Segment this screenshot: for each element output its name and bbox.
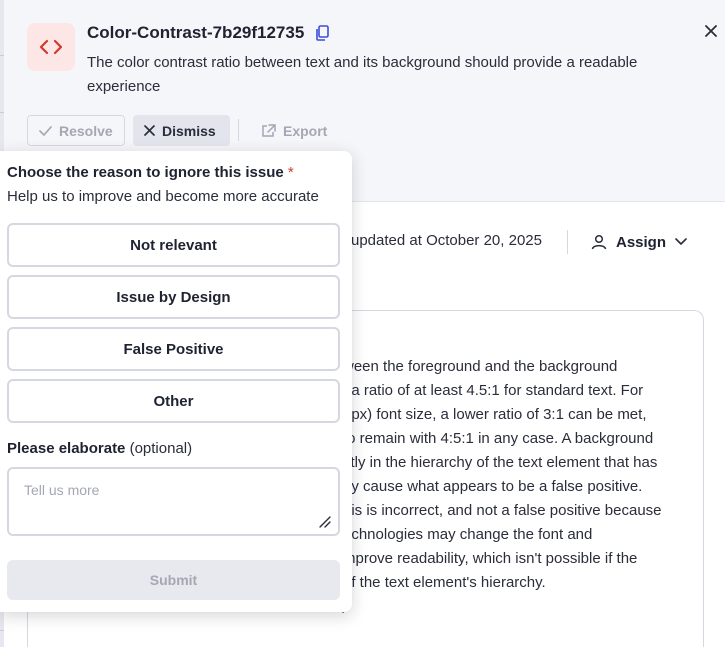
issue-explanation-text: ween the foreground and the background t… [343,355,693,595]
copy-icon[interactable] [314,25,330,41]
close-icon[interactable] [700,20,722,42]
issue-title-row: Color-Contrast-7b29f12735 [87,23,330,43]
text-line: his is incorrect, and not a false positi… [343,502,662,519]
issue-title: Color-Contrast-7b29f12735 [87,23,305,42]
reason-not-relevant-button[interactable]: Not relevant [7,223,340,267]
text-line: ctly in the hierarchy of the text elemen… [343,454,658,471]
updated-date-text: updated at October 20, 2025 [351,232,542,249]
elaborate-label-text: Please elaborate [7,440,126,457]
elaborate-optional-text: (optional) [129,440,193,457]
text-line: ween the foreground and the background [343,358,618,375]
text-line: mprove readability, which isn't possible… [343,550,638,567]
elaborate-textarea[interactable] [7,467,340,536]
text-line: to remain with 4:5:1 in any case. A back… [343,430,654,447]
export-icon [262,123,276,137]
edge-tick [0,630,4,631]
chevron-down-icon [675,238,687,245]
x-icon [144,125,155,136]
dismiss-label: Dismiss [162,122,216,139]
text-line: ay cause what appears to be a false posi… [343,478,643,495]
assign-label: Assign [616,233,667,251]
meta-divider [567,230,568,254]
reason-other-button[interactable]: Other [7,379,340,423]
text-line: echnologies may change the font and [343,526,593,543]
popover-title: Choose the reason to ignore this issue * [7,164,294,181]
resolve-label: Resolve [59,122,113,139]
export-button[interactable]: Export [250,115,340,146]
toolbar-divider [238,119,239,141]
assign-button[interactable]: Assign [591,230,687,254]
required-mark: * [287,164,294,181]
submit-button[interactable]: Submit [7,560,340,600]
text-line: of the text element's hierarchy. [343,574,546,591]
user-icon [591,234,607,250]
reason-false-positive-button[interactable]: False Positive [7,327,340,371]
dismiss-reason-popover: Choose the reason to ignore this issue *… [0,151,352,612]
popover-title-text: Choose the reason to ignore this issue [7,164,284,181]
dismiss-button[interactable]: Dismiss [133,115,230,146]
checkmark-icon [39,125,52,136]
reason-issue-by-design-button[interactable]: Issue by Design [7,275,340,319]
popover-subtitle: Help us to improve and become more accur… [7,188,319,205]
issue-description: The color contrast ratio between text an… [87,54,638,95]
code-brackets-icon [27,23,75,71]
text-line: t a ratio of at least 4.5:1 for standard… [343,382,644,399]
export-label: Export [283,122,328,139]
elaborate-label: Please elaborate (optional) [7,440,192,457]
text-line: 4px) font size, a lower ratio of 3:1 can… [343,406,647,423]
resolve-button[interactable]: Resolve [27,115,125,146]
